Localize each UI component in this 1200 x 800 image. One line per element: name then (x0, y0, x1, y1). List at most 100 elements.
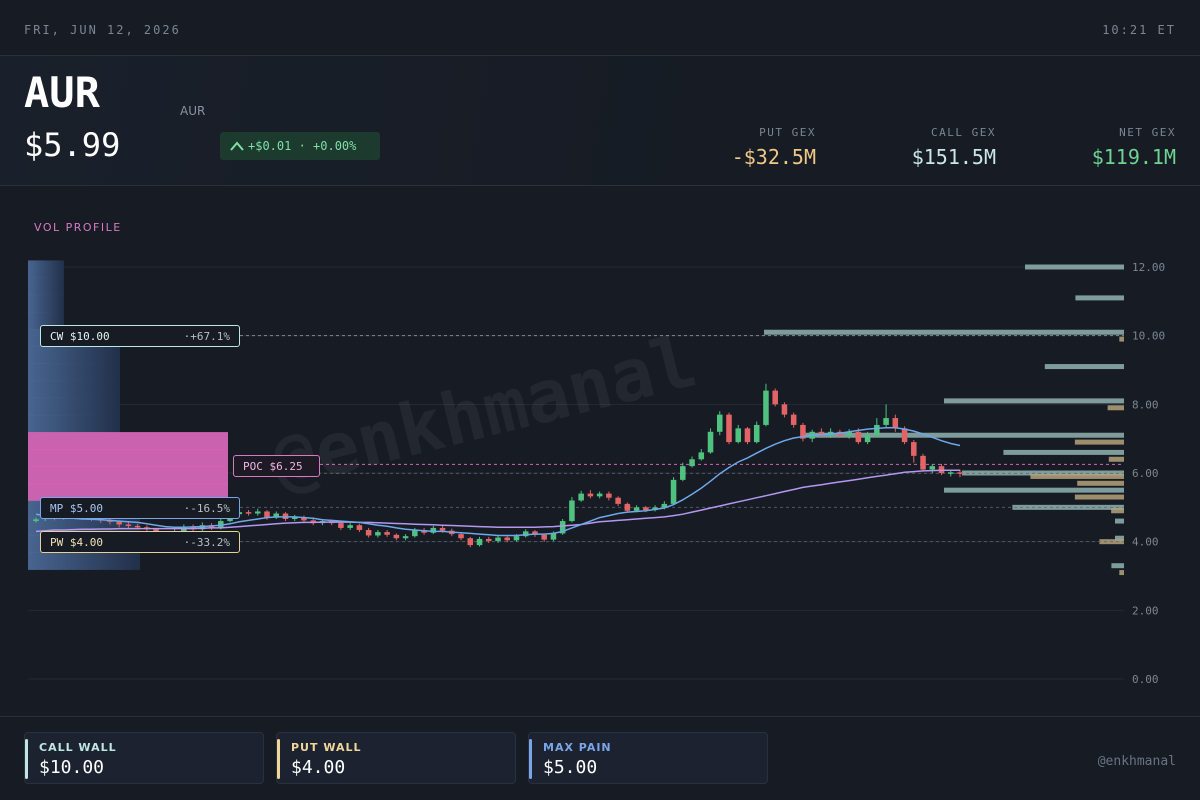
candle-body (467, 538, 474, 546)
candle-body (402, 536, 409, 539)
candle-body (698, 452, 705, 460)
candle-body (439, 527, 446, 531)
candle-body (624, 503, 631, 511)
call-gex-value: $151.5M (911, 145, 996, 169)
y-tick-label: 2.00 (1132, 604, 1159, 617)
candle-body (920, 455, 926, 470)
candle-body (716, 414, 723, 432)
volume-profile-bar (28, 466, 228, 485)
candle-body (726, 414, 732, 443)
put-wall-accent (277, 739, 280, 779)
candle-body (458, 534, 464, 539)
y-tick-label: 12.00 (1132, 261, 1165, 274)
call-gex-bar (1003, 449, 1124, 455)
chart-canvas: @enkhmanal 12.00 10.00 8.00 6.00 4.00 2.00 0.0… (28, 260, 1165, 686)
net-gex-label: NET GEX (1119, 126, 1176, 139)
price-change-badge: +$0.01 · +0.00% (220, 132, 380, 160)
candle-body (947, 472, 954, 474)
candle-body (883, 418, 889, 425)
candle-body (929, 466, 936, 470)
price-change-text: +$0.01 · +0.00% (248, 139, 357, 153)
candle-body (550, 533, 557, 540)
call-gex: CALL GEX $151.5M (912, 126, 996, 169)
poc-tag-label: POC $6.25 (243, 459, 303, 473)
candle-body (892, 418, 899, 429)
put-gex-value: -$32.5M (731, 145, 816, 169)
ticker-symbol: AUR (24, 68, 100, 117)
candle-body (615, 497, 621, 504)
candle-body (578, 493, 584, 501)
volume-profile-bar (28, 552, 140, 570)
candle-body (33, 519, 39, 522)
put-gex-bar (1107, 405, 1124, 411)
candle-body (855, 431, 862, 443)
call-wall-accent (25, 739, 28, 779)
candle-body (901, 428, 908, 443)
candle-body (254, 511, 261, 514)
put-gex-bar (1108, 456, 1124, 462)
candle-body (596, 493, 603, 497)
candle-body (365, 529, 372, 536)
candle-body (689, 459, 695, 467)
y-tick-label: 8.00 (1132, 398, 1159, 411)
author-handle: @enkhmanal (1097, 754, 1176, 769)
max-pain-card-label: MAX PAIN (543, 741, 612, 754)
call-gex-bar (1115, 518, 1124, 524)
y-tick-label: 0.00 (1132, 673, 1159, 686)
put-gex-label: PUT GEX (759, 126, 816, 139)
candle-body (125, 524, 132, 526)
candle-body (587, 493, 594, 497)
call-gex-bar (1075, 295, 1124, 301)
candle-body (338, 523, 344, 528)
volume-profile-bar (28, 294, 64, 313)
date-label: FRI, JUN 12, 2026 (24, 23, 181, 37)
max-pain-accent (529, 739, 532, 779)
candle-body (384, 532, 390, 535)
call-gex-label: CALL GEX (931, 126, 996, 139)
max-pain-tag-label: MP $5.00 (50, 501, 103, 515)
call-wall-tag-pct: ·+67.1% (183, 329, 230, 343)
call-gex-bar (764, 329, 1124, 335)
put-gex-bar (1119, 570, 1124, 576)
candle-body (513, 536, 520, 541)
candle-body (874, 424, 880, 436)
put-gex-bar (1077, 480, 1124, 486)
candle-body (633, 507, 640, 511)
net-gex: NET GEX $119.1M (1092, 126, 1176, 169)
max-pain-tag-pct: ·-16.5% (183, 501, 230, 515)
y-tick-label: 6.00 (1132, 467, 1159, 480)
candle-body (485, 538, 492, 541)
candle-body (957, 472, 963, 474)
put-wall-card-label: PUT WALL (291, 741, 362, 754)
call-gex-bar (1025, 264, 1124, 270)
put-gex-bar (1119, 336, 1124, 342)
put-gex: PUT GEX -$32.5M (732, 126, 816, 169)
last-price: $5.99 (24, 126, 121, 164)
candle-body (643, 507, 649, 511)
candle-body (495, 537, 501, 541)
volume-profile-bar (28, 432, 228, 450)
put-wall-card: PUT WALL $4.00 (276, 732, 516, 784)
candle-body (356, 525, 363, 530)
candle-body (134, 525, 141, 528)
candle-body (680, 466, 686, 480)
candle-body (393, 534, 400, 539)
call-wall-tag-label: CW $10.00 (50, 329, 110, 343)
call-wall-tag: CW $10.00 ·+67.1% (40, 325, 240, 347)
volume-profile-bar (28, 260, 64, 279)
volume-profile-bar (28, 414, 120, 433)
candle-body (763, 390, 769, 425)
candle-body (541, 534, 547, 540)
ticker-header: AUR AUR $5.99 +$0.01 · +0.00% PUT GEX -$… (0, 56, 1200, 186)
candle-body (670, 479, 677, 504)
footer: CALL WALL $10.00 PUT WALL $4.00 MAX PAIN… (0, 716, 1200, 800)
net-gex-value: $119.1M (1091, 145, 1176, 169)
volume-profile-bar (28, 397, 120, 416)
candle-body (504, 537, 511, 541)
volume-profile-bar (28, 346, 120, 364)
call-wall-card-value: $10.00 (39, 757, 105, 778)
put-wall-tag-label: PW $4.00 (50, 535, 103, 549)
call-gex-bar (944, 487, 1124, 493)
candle-body (375, 532, 381, 536)
poc-tag: POC $6.25 (233, 455, 320, 477)
